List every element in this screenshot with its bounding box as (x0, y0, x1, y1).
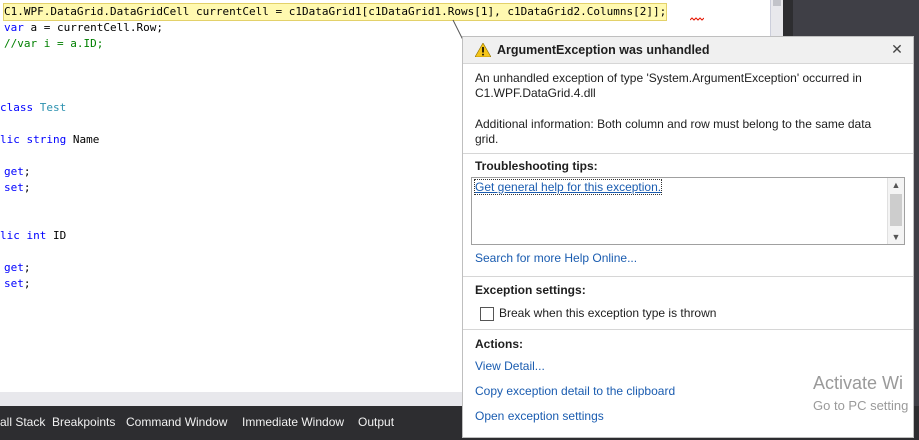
code-lines: C1.WPF.DataGrid.DataGridCell currentCell… (0, 0, 668, 290)
divider (463, 276, 913, 277)
code-line[interactable]: set; (4, 276, 31, 292)
scroll-down-icon[interactable]: ▼ (888, 230, 904, 244)
divider (463, 329, 913, 330)
code-line[interactable]: get; (4, 260, 31, 276)
tab-call-stack[interactable]: all Stack (0, 415, 45, 429)
tab-breakpoints[interactable]: Breakpoints (52, 415, 115, 429)
general-help-link[interactable]: Get general help for this exception. (473, 179, 663, 195)
tab-command-window[interactable]: Command Window (126, 415, 227, 429)
dialog-header: ArgumentException was unhandled ✕ (463, 37, 913, 64)
code-line[interactable]: lic string Name (0, 132, 99, 148)
break-when-thrown-label[interactable]: Break when this exception type is thrown (499, 306, 716, 320)
tab-output[interactable]: Output (358, 415, 394, 429)
divider (463, 153, 913, 154)
open-exception-settings-link[interactable]: Open exception settings (475, 409, 604, 423)
scrollbar-thumb[interactable] (773, 0, 781, 6)
code-line[interactable]: lic int ID (0, 228, 66, 244)
actions-heading: Actions: (475, 337, 523, 351)
dialog-title: ArgumentException was unhandled (497, 43, 710, 57)
code-line[interactable]: set; (4, 180, 31, 196)
code-line[interactable]: get; (4, 164, 31, 180)
error-squiggle (690, 17, 704, 21)
tab-immediate-window[interactable]: Immediate Window (242, 415, 344, 429)
code-line[interactable]: var a = currentCell.Row; (4, 20, 163, 36)
troubleshooting-heading: Troubleshooting tips: (475, 159, 598, 173)
copy-exception-detail-link[interactable]: Copy exception detail to the clipboard (475, 384, 675, 398)
break-when-thrown-checkbox[interactable] (480, 307, 494, 321)
activation-watermark-subtitle: Go to PC setting (813, 398, 909, 413)
warning-triangle-icon (475, 43, 491, 57)
close-icon[interactable]: ✕ (889, 41, 905, 57)
code-line[interactable]: class Test (0, 100, 66, 116)
scroll-up-icon[interactable]: ▲ (888, 178, 904, 192)
troubleshooting-tips-list[interactable]: Get general help for this exception. ▲ ▼ (471, 177, 905, 245)
view-detail-link[interactable]: View Detail... (475, 359, 545, 373)
activation-watermark-title: Activate Wi (813, 373, 904, 393)
exception-message: An unhandled exception of type 'System.A… (475, 71, 862, 100)
scrollbar-thumb[interactable] (890, 194, 902, 226)
exception-settings-heading: Exception settings: (475, 283, 586, 297)
additional-information: Additional information: Both column and … (475, 117, 872, 146)
tips-scrollbar[interactable]: ▲ ▼ (887, 178, 904, 244)
search-help-online-link[interactable]: Search for more Help Online... (475, 251, 637, 265)
code-line-comment[interactable]: //var i = a.ID; (4, 36, 103, 52)
code-line-highlighted[interactable]: C1.WPF.DataGrid.DataGridCell currentCell… (2, 3, 668, 21)
